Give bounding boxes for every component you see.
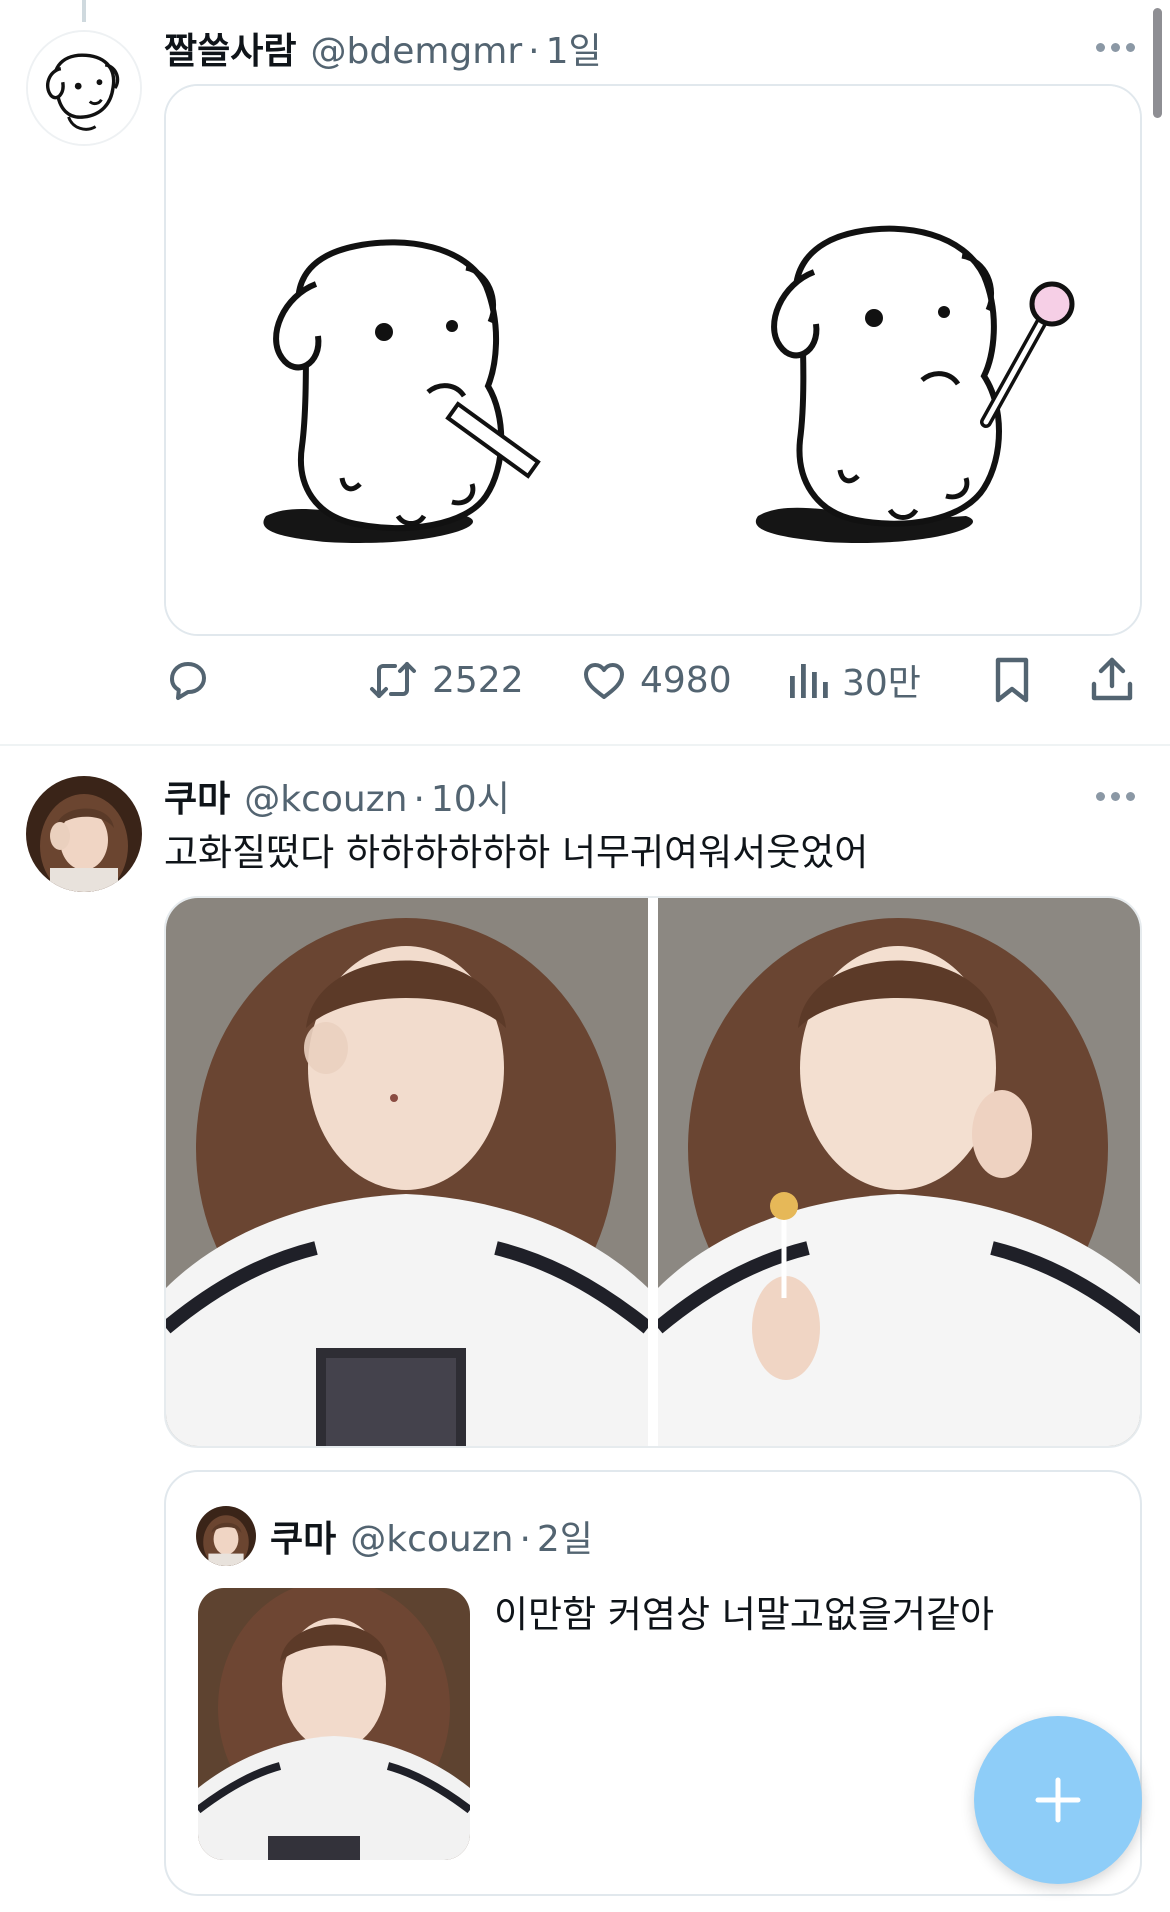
tweet-time[interactable]: 10시	[431, 770, 510, 822]
bookmark-button[interactable]	[990, 640, 1034, 720]
separator-dot: ·	[528, 31, 540, 72]
heart-icon	[584, 663, 624, 699]
portrait-photo-icon	[166, 898, 648, 1446]
quoted-tweet-photo	[198, 1588, 470, 1860]
share-icon	[1091, 657, 1133, 701]
dog-doodle-illustration-icon	[166, 86, 1140, 634]
views-button[interactable]: 30만	[786, 640, 921, 720]
quoted-tweet-header: 쿠마 @kcouzn · 2일	[270, 1510, 593, 1562]
compose-tweet-button[interactable]	[974, 1716, 1142, 1884]
separator-dot: ·	[413, 779, 425, 820]
photo-left[interactable]	[166, 898, 648, 1446]
tweet-header: 짤쓸사람 @bdemgmr · 1일	[164, 22, 602, 74]
dog-doodle-avatar-icon	[28, 32, 140, 144]
plus-icon	[1035, 1777, 1081, 1823]
author-avatar[interactable]	[26, 30, 142, 146]
views-chart-icon	[790, 664, 828, 698]
tweet-media[interactable]	[164, 896, 1142, 1448]
more-options-icon[interactable]	[1096, 792, 1135, 801]
reply-button[interactable]	[164, 640, 212, 720]
separator-dot: ·	[519, 1519, 531, 1560]
views-count: 30만	[842, 663, 921, 704]
tweet-time[interactable]: 1일	[546, 22, 602, 74]
quoted-author-name: 쿠마	[270, 1519, 337, 1560]
retweet-button[interactable]: 2522	[366, 640, 524, 720]
thread-connector-line	[82, 0, 86, 22]
tweet-header: 쿠마 @kcouzn · 10시	[164, 770, 510, 822]
reply-icon	[170, 662, 206, 700]
author-name[interactable]: 짤쓸사람	[164, 22, 296, 74]
quoted-tweet-time: 2일	[536, 1519, 593, 1560]
user-photo-avatar-icon	[26, 776, 142, 892]
author-avatar[interactable]	[26, 776, 142, 892]
author-handle[interactable]: @kcouzn	[244, 779, 407, 820]
bookmark-icon	[995, 657, 1029, 703]
share-button[interactable]	[1088, 640, 1136, 720]
quoted-tweet-text: 이만함 커염상 너말고없을거같아	[494, 1593, 995, 1636]
retweet-count: 2522	[432, 659, 524, 701]
like-count: 4980	[640, 659, 732, 701]
author-name[interactable]: 쿠마	[164, 770, 230, 822]
retweet-icon	[370, 662, 416, 698]
more-options-icon[interactable]	[1096, 43, 1135, 52]
tweet-media[interactable]	[164, 84, 1142, 636]
quoted-author-avatar	[196, 1506, 256, 1566]
photo-right[interactable]	[658, 898, 1140, 1446]
scrollbar[interactable]	[1153, 8, 1162, 118]
author-handle[interactable]: @bdemgmr	[310, 31, 522, 72]
tweet-actions-bar: 2522 4980 30만	[160, 640, 1140, 720]
like-button[interactable]: 4980	[580, 640, 732, 720]
portrait-photo-icon	[658, 898, 1140, 1446]
quoted-author-handle: @kcouzn	[350, 1519, 514, 1560]
user-photo-avatar-icon	[196, 1506, 256, 1566]
tweet-text: 고화질떴다 하하하하하하 너무귀여워서웃었어	[164, 831, 869, 874]
tweet-divider	[0, 744, 1170, 746]
portrait-photo-icon	[198, 1588, 470, 1860]
